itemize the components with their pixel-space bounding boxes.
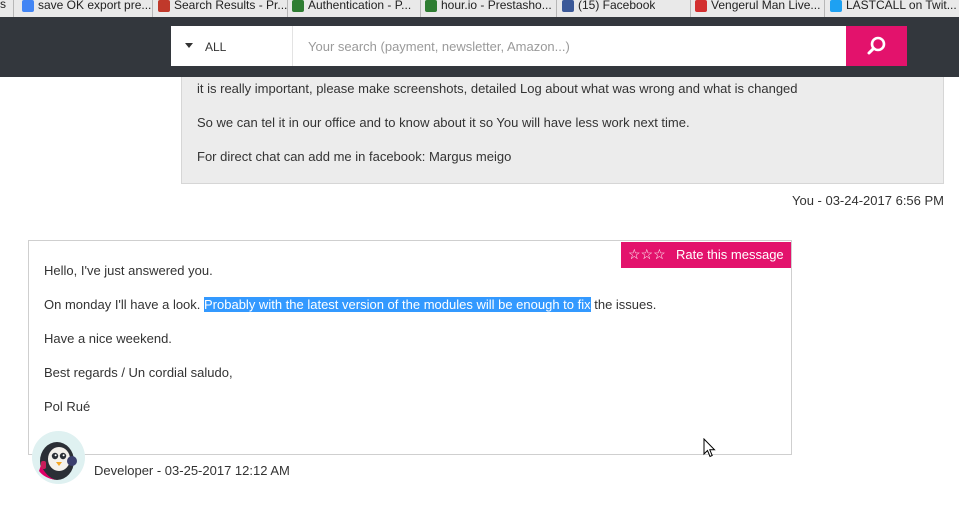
- bookmark-separator: [287, 0, 288, 17]
- message-author-timestamp: Developer - 03-25-2017 12:12 AM: [94, 463, 290, 478]
- bookmark-separator: [824, 0, 825, 17]
- bookmark-item[interactable]: hour.io - Prestasho...: [425, 0, 552, 17]
- bookmark-separator: [13, 0, 14, 17]
- google-favicon-icon: [22, 0, 34, 12]
- bookmark-item[interactable]: Vengerul Man Live...: [695, 0, 820, 17]
- message-line: it is really important, please make scre…: [197, 81, 798, 96]
- bookmark-label: save OK export pre...: [38, 0, 152, 12]
- bookmark-separator: [420, 0, 421, 17]
- search-input[interactable]: [294, 26, 846, 66]
- bookmark-item[interactable]: Authentication - P...: [292, 0, 411, 17]
- rate-message-button[interactable]: ☆☆☆ Rate this message: [621, 242, 791, 268]
- message-line: For direct chat can add me in facebook: …: [197, 149, 512, 164]
- bookmark-label: Authentication - P...: [308, 0, 412, 12]
- bookmark-label: (15) Facebook: [578, 0, 656, 12]
- bookmark-item[interactable]: (15) Facebook: [562, 0, 655, 17]
- previous-message-bubble: it is really important, please make scre…: [181, 77, 944, 184]
- bookmark-label: Search Results - Pr...: [174, 0, 288, 12]
- bookmark-separator: [556, 0, 557, 17]
- search-bar: ALL: [171, 26, 907, 66]
- bookmark-item[interactable]: LASTCALL on Twit...: [830, 0, 957, 17]
- category-label: ALL: [205, 40, 227, 54]
- selected-text: Probably with the latest version of the …: [204, 297, 591, 312]
- message-signature: Pol Rué: [44, 399, 91, 414]
- bookmarks-bar: s save OK export pre... Search Results -…: [0, 0, 959, 17]
- mouse-cursor-icon: [703, 438, 716, 458]
- bookmark-item[interactable]: Search Results - Pr...: [158, 0, 287, 17]
- chevron-down-icon: [185, 43, 193, 48]
- message-greeting: Hello, I've just answered you.: [44, 263, 213, 278]
- bookmark-label: LASTCALL on Twit...: [846, 0, 957, 12]
- message-author-timestamp: You - 03-24-2017 6:56 PM: [791, 193, 944, 208]
- bookmark-label: hour.io - Prestasho...: [441, 0, 552, 12]
- bookmark-item[interactable]: save OK export pre...: [22, 0, 151, 17]
- bookmark-partial[interactable]: s: [0, 0, 6, 17]
- prestashop-favicon-icon: [425, 0, 437, 12]
- message-line: So we can tel it in our office and to kn…: [197, 115, 690, 130]
- search-favicon-icon: [158, 0, 170, 12]
- message-line: Best regards / Un cordial saludo,: [44, 365, 233, 380]
- bookmark-separator: [152, 0, 153, 17]
- search-icon: [867, 36, 886, 55]
- twitter-favicon-icon: [830, 0, 842, 12]
- message-text: On monday I'll have a look.: [44, 297, 205, 312]
- star-icon: ☆☆☆: [628, 246, 666, 262]
- answer-message-bubble: Hello, I've just answered you. On monday…: [28, 240, 792, 455]
- message-text: the issues.: [590, 297, 657, 312]
- bookmark-separator: [690, 0, 691, 17]
- facebook-favicon-icon: [562, 0, 574, 12]
- bookmark-label: Vengerul Man Live...: [711, 0, 821, 12]
- lastfm-favicon-icon: [695, 0, 707, 12]
- message-line: Have a nice weekend.: [44, 331, 172, 346]
- rate-message-label: Rate this message: [676, 247, 784, 262]
- avatar: [32, 431, 85, 484]
- search-button[interactable]: [846, 26, 907, 66]
- avatar-icon: [32, 431, 85, 484]
- prestashop-favicon-icon: [292, 0, 304, 12]
- category-select[interactable]: ALL: [171, 26, 293, 66]
- message-line: On monday I'll have a look. Probably wit…: [44, 297, 656, 312]
